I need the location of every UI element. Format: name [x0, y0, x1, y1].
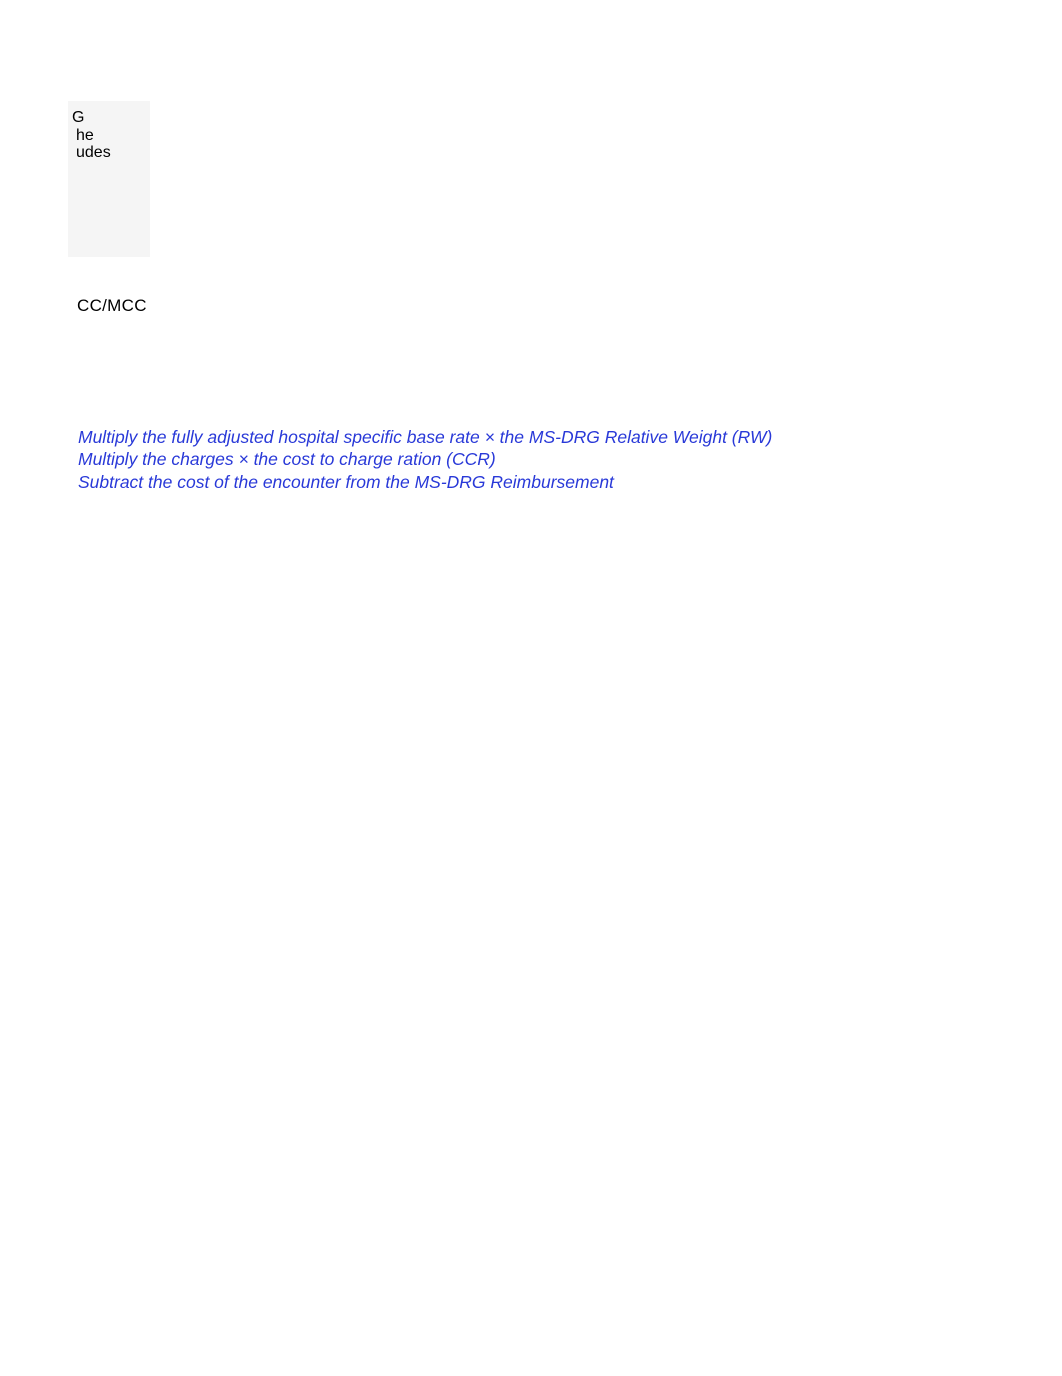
instruction-line-2: Multiply the charges × the cost to charg… [78, 448, 772, 470]
top-fragment-block: G he udes [68, 100, 153, 260]
calculation-instructions: Multiply the fully adjusted hospital spe… [78, 426, 772, 493]
fragment-line-1: G [70, 109, 150, 127]
instruction-line-1: Multiply the fully adjusted hospital spe… [78, 426, 772, 448]
cc-mcc-label: CC/MCC [77, 296, 147, 316]
fragment-line-3: udes [70, 144, 150, 162]
fragment-line-2: he [70, 127, 150, 145]
instruction-line-3: Subtract the cost of the encounter from … [78, 471, 772, 493]
